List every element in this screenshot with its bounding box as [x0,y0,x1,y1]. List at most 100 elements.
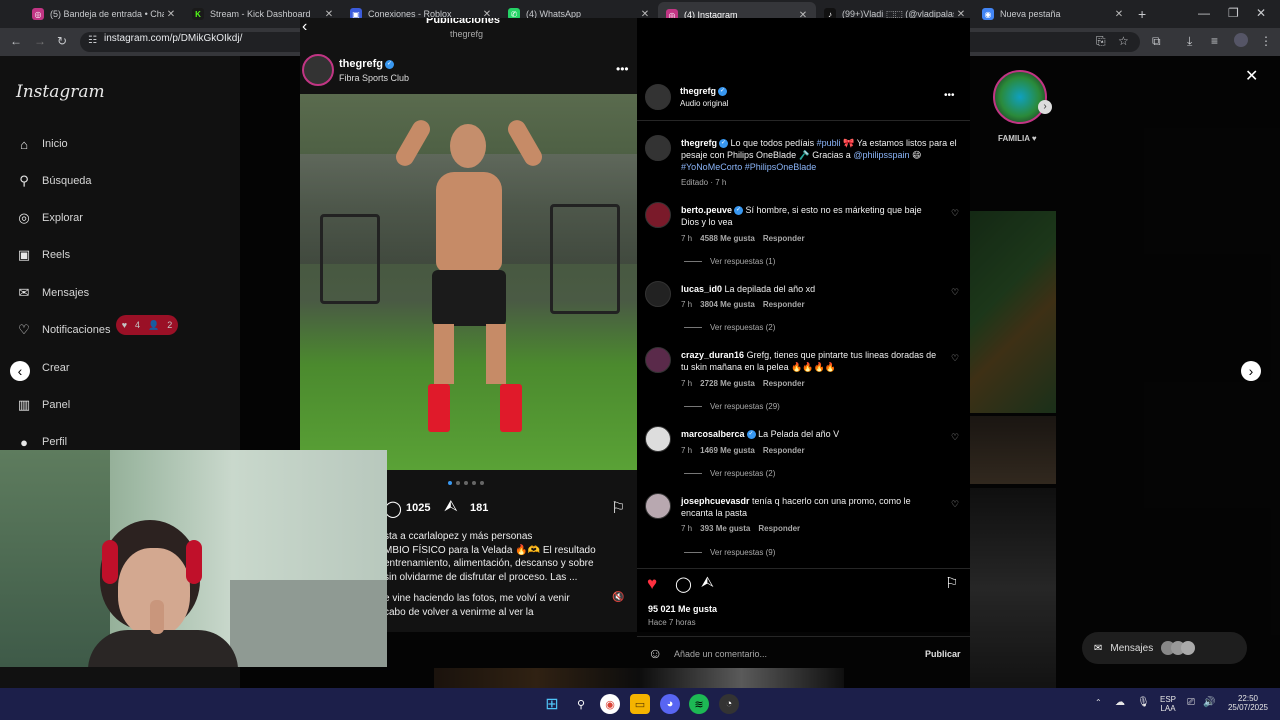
comment-likes[interactable]: 3804 Me gusta [700,300,755,309]
reels-icon: ▣ [17,247,31,262]
clock[interactable]: 22:50 25/07/2025 [1224,694,1272,712]
like-comment-icon[interactable]: ♡ [951,287,959,298]
prev-post-icon[interactable]: ‹ [10,361,30,381]
view-replies[interactable]: Ver respuestas (2) [684,469,775,478]
nav-panel[interactable]: ▥ Panel [16,397,70,413]
view-replies[interactable]: Ver respuestas (29) [684,402,780,411]
tray-chevron-icon[interactable]: ⌃ [1095,698,1102,707]
next-post-icon[interactable]: › [1241,361,1261,381]
close-tab-icon[interactable]: ✕ [164,9,178,20]
close-tab-icon[interactable]: ✕ [1112,9,1126,20]
comment-likes[interactable]: 1469 Me gusta [700,446,755,455]
new-tab-icon[interactable]: + [1138,6,1146,22]
forward-icon[interactable]: → [34,34,46,48]
obs-icon[interactable]: ◔ [719,694,739,714]
comment-likes[interactable]: 4588 Me gusta [700,234,755,243]
chevron-right-icon[interactable]: › [1038,100,1052,114]
menu-icon[interactable]: ⋮ [1260,34,1272,48]
spotify-icon[interactable]: ≋ [689,694,709,714]
reply-button[interactable]: Responder [763,300,805,309]
bookmark-star-icon[interactable]: ☆ [1118,34,1129,48]
likes-count[interactable]: 95 021 Me gusta [648,604,717,614]
reply-button[interactable]: Responder [763,379,805,388]
avatar[interactable] [645,202,671,228]
reload-icon[interactable]: ↻ [57,34,67,48]
windows-start-icon[interactable]: ⊞ [542,694,562,714]
back-icon[interactable]: ← [10,34,22,48]
tab-new[interactable]: ◉ Nueva pestaña ✕ [974,4,1132,24]
save-bookmark-icon[interactable]: ⚐ [611,498,625,518]
more-options-icon[interactable]: ••• [944,90,955,101]
comment-likes[interactable]: 393 Me gusta [700,524,750,533]
emoji-icon[interactable]: ☺ [648,645,662,661]
like-comment-icon[interactable]: ♡ [951,353,959,364]
caption-line: sta a ccarlalopez y más personas [384,531,533,542]
avatar[interactable] [645,84,671,110]
nav-inicio[interactable]: ⌂ Inicio [16,136,68,152]
microphone-icon[interactable]: 🎙 [1137,697,1150,708]
comment-input[interactable]: Añade un comentario... [674,649,914,659]
nav-explorar[interactable]: ◎ Explorar [16,210,83,226]
extensions-icon[interactable]: ⧉ [1152,34,1161,49]
save-bookmark-icon[interactable]: ⚐ [945,574,958,592]
avatar[interactable] [645,426,671,452]
media-icon[interactable]: ≡ [1211,34,1218,48]
share-icon[interactable]: ⮙ [444,498,458,516]
share-icon[interactable]: ⮙ [701,574,714,591]
reply-button[interactable]: Responder [758,524,800,533]
avatar[interactable] [645,347,671,373]
minimize-icon[interactable]: — [1198,6,1210,20]
url-text[interactable]: instagram.com/p/DMikGkOIkdj/ [104,33,242,44]
network-icon[interactable]: ⎚ [1187,697,1195,708]
download-icon[interactable]: ⤓ [1187,34,1192,49]
audio-label[interactable]: Audio original [680,99,728,108]
like-comment-icon[interactable]: ♡ [951,499,959,510]
back-arrow-icon[interactable]: ‹ [302,18,307,36]
nav-busqueda[interactable]: ⚲ Búsqueda [16,173,91,189]
avatar[interactable] [645,281,671,307]
like-comment-icon[interactable]: ♡ [951,432,959,443]
mute-icon[interactable]: 🔇 [612,592,624,603]
avatar[interactable] [302,54,334,86]
tray-app-icon[interactable]: ☁ [1115,697,1125,708]
avatar[interactable] [645,135,671,161]
nav-mensajes[interactable]: ✉ Mensajes [16,285,90,301]
liked-heart-icon[interactable]: ♥ [647,574,657,594]
discord-icon[interactable]: ◕ [660,694,680,714]
chrome-icon[interactable]: ◉ [600,694,620,714]
close-modal-icon[interactable]: ✕ [1245,66,1258,86]
story-avatar-familia[interactable] [993,70,1047,124]
messages-bubble[interactable]: ✉ Mensajes [1082,632,1247,664]
maximize-icon[interactable]: ❐ [1228,6,1239,20]
instagram-logo[interactable]: Instagram [16,82,105,102]
view-replies[interactable]: Ver respuestas (2) [684,323,775,332]
post-username[interactable]: thegrefg ✓ [339,58,394,70]
headphones-icon [102,540,118,584]
volume-icon[interactable]: 🔊 [1203,697,1215,708]
like-comment-icon[interactable]: ♡ [951,208,959,219]
nav-reels[interactable]: ▣ Reels [16,247,70,263]
avatar[interactable] [645,493,671,519]
search-icon[interactable]: ⚲ [571,694,591,714]
close-window-icon[interactable]: ✕ [1256,6,1266,20]
view-replies[interactable]: Ver respuestas (1) [684,257,775,266]
comment-likes[interactable]: 2728 Me gusta [700,379,755,388]
profile-avatar-icon[interactable] [1234,33,1248,47]
comment-icon[interactable]: ◯ [675,575,692,593]
install-icon[interactable]: ⎘ [1096,34,1106,49]
view-replies[interactable]: Ver respuestas (9) [684,548,775,557]
file-explorer-icon[interactable]: ▭ [630,694,650,714]
reply-button[interactable]: Responder [763,446,805,455]
nav-perfil[interactable]: ● Perfil [16,434,67,450]
publish-button[interactable]: Publicar [925,649,961,659]
post-author[interactable]: thegrefg ✓ [680,86,727,97]
post-location[interactable]: Fibra Sports Club [339,73,409,83]
post-photo[interactable] [300,94,637,470]
reply-button[interactable]: Responder [763,234,805,243]
nav-notificaciones[interactable]: ♡ Notificaciones [16,322,110,338]
site-info-icon[interactable]: ☷ [88,35,97,46]
notification-badge[interactable]: ♥ 4 👤 2 [116,315,178,335]
tab-bandeja[interactable]: ◎ (5) Bandeja de entrada • Chats ✕ [24,4,184,24]
more-options-icon[interactable]: ••• [616,62,629,76]
language-indicator[interactable]: ESP LAA [1160,695,1176,713]
